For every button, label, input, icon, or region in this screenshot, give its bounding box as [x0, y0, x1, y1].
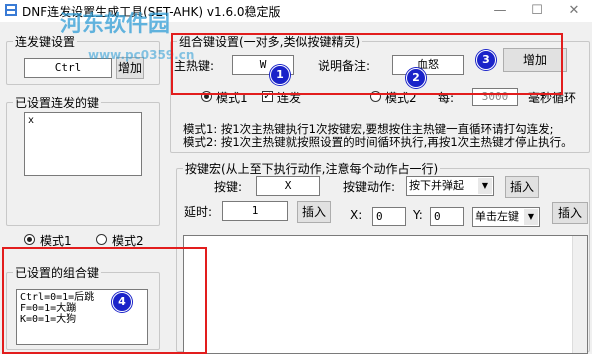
- macro-editor[interactable]: [183, 235, 588, 354]
- key-macro-group-title: 按键宏(从上至下执行动作,注意每个动作占一行): [185, 162, 439, 176]
- mode2-description: 模式2: 按1次主热键就按照设置的时间循环执行,再按1次主热键才停止执行。: [183, 135, 573, 149]
- y-coordinate-input[interactable]: 0: [430, 207, 464, 226]
- maximize-button[interactable]: ☐: [525, 2, 549, 20]
- annotation-box-combo: [171, 33, 563, 95]
- key-label: 按键:: [214, 180, 243, 194]
- set-burst-keys-group-title: 已设置连发的键: [15, 96, 100, 110]
- action-label: 按键动作:: [343, 180, 396, 194]
- mouse-click-select[interactable]: 单击左键 ▼: [472, 207, 540, 227]
- y-label: Y:: [413, 208, 423, 222]
- close-button[interactable]: ✕: [562, 2, 586, 20]
- minimize-button[interactable]: —: [488, 2, 512, 20]
- x-coordinate-input[interactable]: 0: [372, 207, 406, 226]
- annotation-box-set-combos: [2, 247, 207, 354]
- app-icon: [5, 4, 17, 16]
- watermark: 河东软件园: [60, 12, 171, 37]
- left-mode2-radio[interactable]: [96, 234, 107, 245]
- set-burst-keys-list[interactable]: x: [24, 112, 142, 176]
- annotation-badge-4: 4: [112, 292, 132, 312]
- key-action-value: 按下并弹起: [409, 179, 464, 192]
- insert-mouse-button[interactable]: 插入: [552, 202, 588, 224]
- insert-key-action-button[interactable]: 插入: [505, 176, 539, 198]
- delay-label: 延时:: [184, 205, 213, 219]
- x-label: X:: [350, 208, 363, 222]
- left-mode1-radio[interactable]: [24, 234, 35, 245]
- delay-input[interactable]: 1: [222, 201, 288, 221]
- mouse-click-value: 单击左键: [475, 210, 519, 223]
- key-input[interactable]: X: [256, 176, 320, 196]
- annotation-badge-1: 1: [270, 65, 290, 85]
- key-action-select[interactable]: 按下并弹起 ▼: [406, 176, 494, 196]
- macro-editor-scrollbar[interactable]: [572, 236, 587, 353]
- insert-delay-button[interactable]: 插入: [297, 201, 331, 223]
- annotation-badge-2: 2: [406, 68, 426, 88]
- annotation-badge-3: 3: [476, 50, 496, 70]
- chevron-down-icon: ▼: [478, 178, 492, 194]
- chevron-down-icon: ▼: [524, 209, 538, 225]
